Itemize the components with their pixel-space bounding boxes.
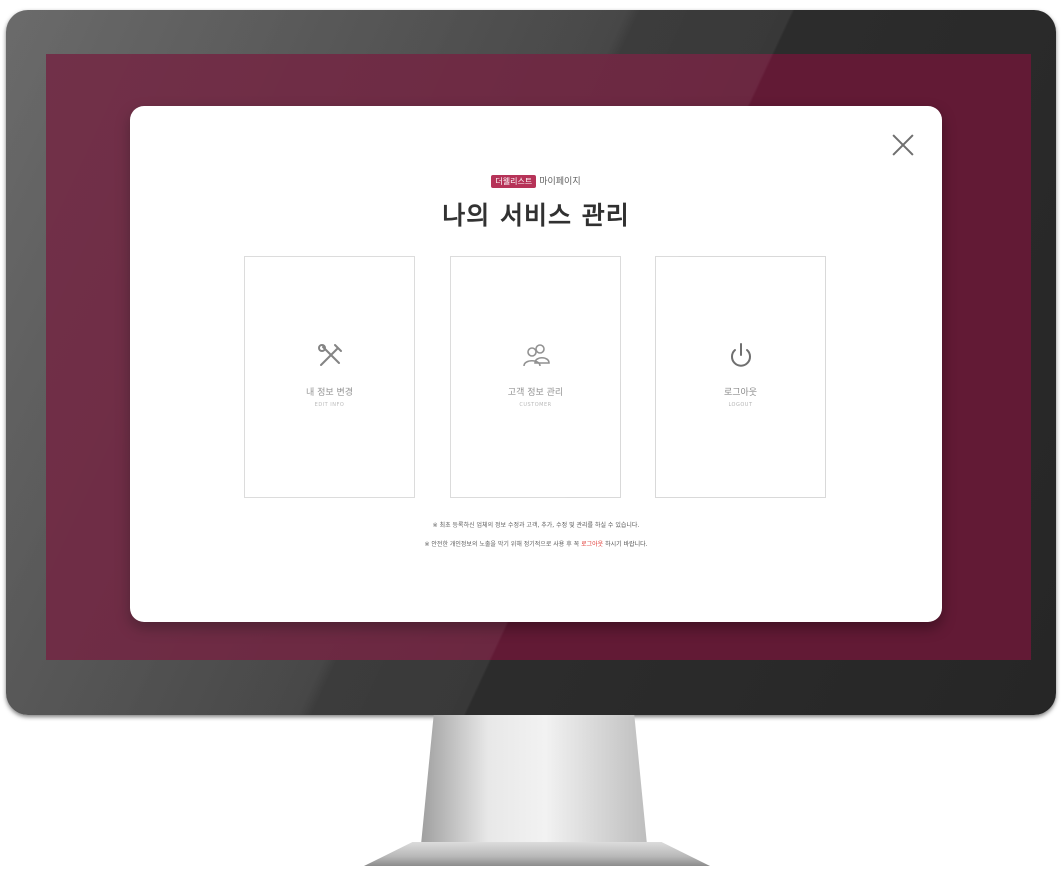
card-sublabel: EDIT INFO: [314, 402, 345, 408]
brand-badge: 더웰리스트: [491, 175, 537, 188]
customer-info-card[interactable]: 고객 정보 관리 CUSTOMER: [450, 256, 621, 498]
monitor-screen: 더웰리스트마이페이지 나의 서비스 관리 내 정보 변경 EDIT INFO: [46, 54, 1031, 660]
notice-text: ※ 안전한 개인정보의 노출을 막기 위해 정기적으로 사용 후 꼭: [424, 541, 582, 548]
users-icon: [522, 344, 550, 367]
tools-icon: [317, 344, 342, 366]
page-title: 나의 서비스 관리: [442, 201, 630, 230]
card-sublabel: LOGOUT: [728, 402, 753, 408]
card-label: 로그아웃: [723, 388, 758, 398]
notice-text: 하시기 바랍니다.: [603, 541, 648, 548]
notice-line: ※ 안전한 개인정보의 노출을 막기 위해 정기적으로 사용 후 꼭 로그아웃 …: [130, 539, 942, 548]
edit-info-card[interactable]: 내 정보 변경 EDIT INFO: [244, 256, 415, 498]
power-icon: [730, 343, 751, 367]
monitor-stand-neck: [420, 715, 648, 855]
brand-line: 더웰리스트 마이페이지: [130, 174, 942, 188]
brand-suffix: 마이페이지: [539, 177, 581, 187]
card-sublabel: CUSTOMER: [519, 402, 552, 408]
monitor-stand-base: [364, 842, 710, 866]
notice-line: ※ 최초 등록하신 업체의 정보 수정과 고객, 추가, 수정 및 관리를 하실…: [432, 522, 640, 529]
card-label: 고객 정보 관리: [507, 388, 564, 398]
close-button[interactable]: [892, 134, 914, 156]
logout-highlight: 로그아웃: [581, 541, 604, 548]
logout-card[interactable]: 로그아웃 LOGOUT: [655, 256, 826, 498]
service-management-modal: 더웰리스트마이페이지 나의 서비스 관리 내 정보 변경 EDIT INFO: [130, 106, 942, 622]
card-label: 내 정보 변경: [305, 388, 354, 398]
